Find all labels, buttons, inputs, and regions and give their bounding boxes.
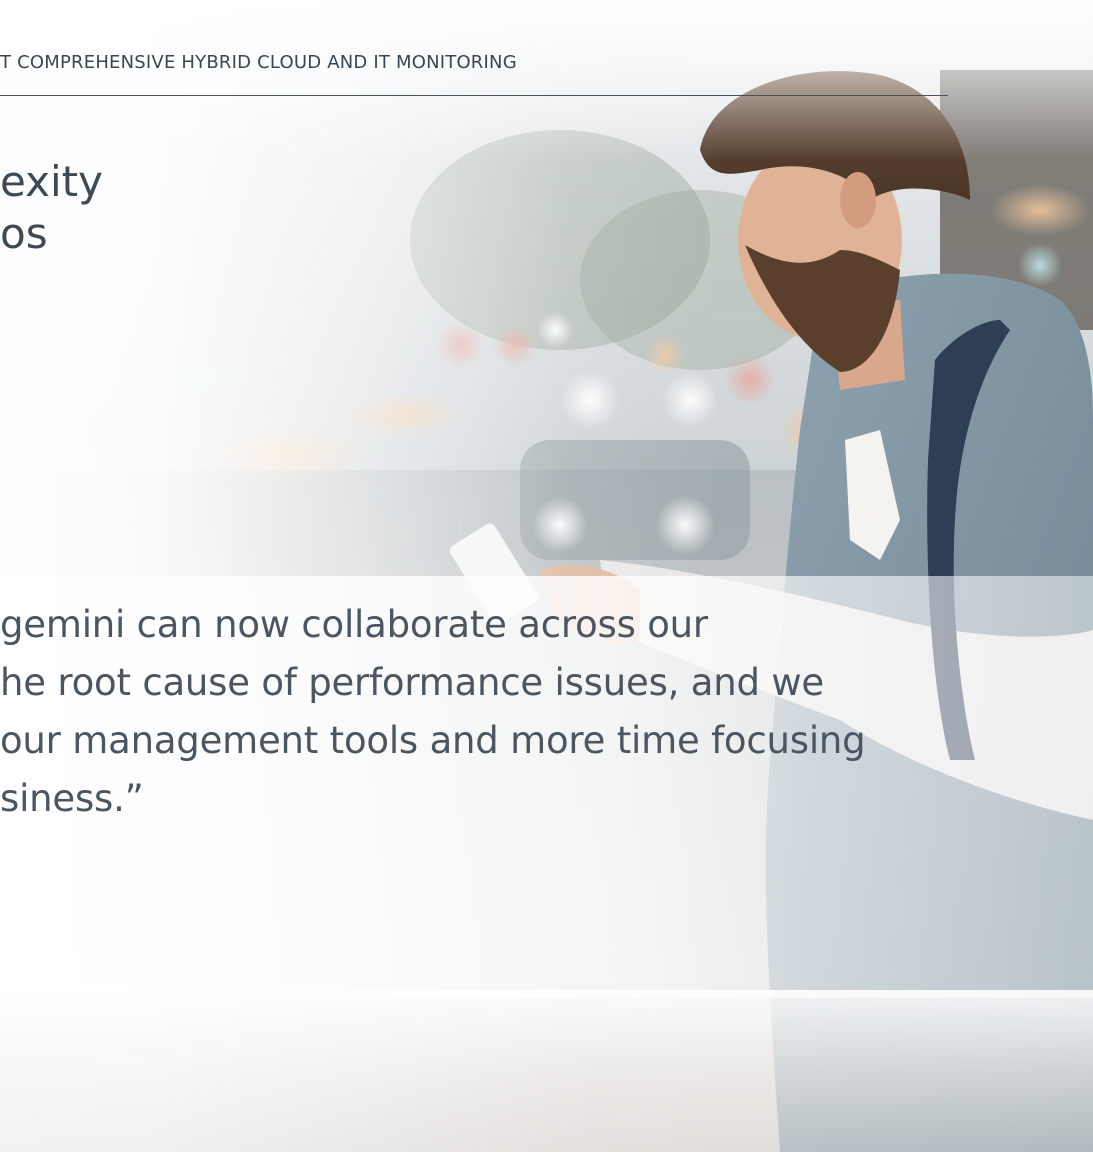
headline-line: exity [0, 157, 103, 206]
header-divider [0, 95, 948, 96]
testimonial-quote: gemini can now collaborate across our he… [0, 596, 866, 828]
page: T COMPREHENSIVE HYBRID CLOUD AND IT MONI… [0, 0, 1093, 1152]
headline: exity os [0, 156, 103, 260]
headline-line: os [0, 209, 48, 258]
bottom-fade-overlay [0, 990, 1093, 1152]
quote-line: he root cause of performance issues, and… [0, 661, 824, 704]
quote-line: our management tools and more time focus… [0, 719, 866, 762]
top-fade-overlay [0, 0, 1093, 160]
quote-line: siness.” [0, 777, 144, 820]
quote-line: gemini can now collaborate across our [0, 603, 708, 646]
section-header: T COMPREHENSIVE HYBRID CLOUD AND IT MONI… [0, 52, 517, 73]
